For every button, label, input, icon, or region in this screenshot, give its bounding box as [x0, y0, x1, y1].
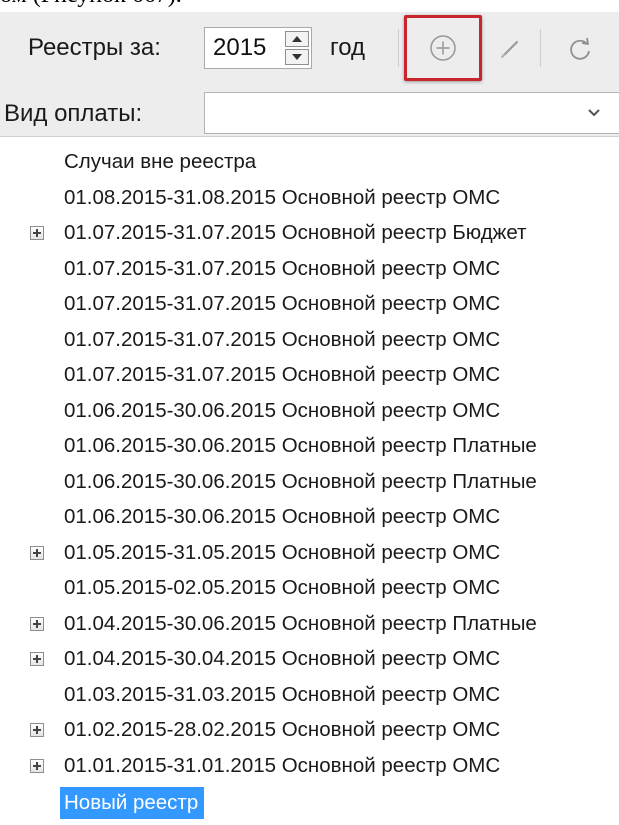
payment-type-select[interactable] — [204, 92, 619, 134]
tree-row-label: 01.04.2015-30.06.2015 Основной реестр Пл… — [64, 611, 537, 635]
year-value[interactable]: 2015 — [213, 32, 266, 64]
tree-row-label: 01.07.2015-31.07.2015 Основной реестр ОМ… — [64, 256, 501, 280]
tree-row[interactable]: 01.07.2015-31.07.2015 Основной реестр ОМ… — [0, 357, 619, 392]
tree-row[interactable]: 01.05.2015-02.05.2015 Основной реестр ОМ… — [0, 570, 619, 605]
expand-plus-icon[interactable] — [30, 723, 44, 737]
expand-plus-icon[interactable] — [30, 616, 44, 631]
expand-plus-icon[interactable] — [30, 652, 44, 666]
tree-row[interactable]: 01.06.2015-30.06.2015 Основной реестр Пл… — [0, 428, 619, 463]
refresh-button[interactable] — [560, 29, 600, 69]
new-registry-item[interactable]: Новый реестр — [60, 787, 205, 819]
document-caption: ом (Рисунок 667). — [0, 0, 182, 12]
tree-row[interactable]: 01.07.2015-31.07.2015 Основной реестр ОМ… — [0, 286, 619, 321]
circle-plus-icon — [430, 35, 456, 61]
registries-panel: Реестры за: 2015 год Вид оплаты: Случаи … — [0, 12, 619, 825]
tree-row[interactable]: 01.05.2015-31.05.2015 Основной реестр ОМ… — [0, 535, 619, 570]
year-decrement-button[interactable] — [285, 49, 309, 65]
tree-row[interactable]: 01.03.2015-31.03.2015 Основной реестр ОМ… — [0, 677, 619, 712]
tree-row[interactable]: 01.07.2015-31.07.2015 Основной реестр ОМ… — [0, 251, 619, 286]
year-suffix-label: год — [330, 34, 366, 61]
tree-row-label: 01.07.2015-31.07.2015 Основной реестр ОМ… — [64, 292, 501, 315]
tree-row[interactable]: 01.02.2015-28.02.2015 Основной реестр ОМ… — [0, 712, 619, 747]
tree-row[interactable]: Случаи вне реестра — [0, 144, 619, 179]
pencil-icon — [500, 40, 519, 59]
toolbar-separator — [398, 29, 399, 67]
year-spinner[interactable] — [285, 31, 309, 65]
tree-row-label: 01.03.2015-31.03.2015 Основной реестр ОМ… — [64, 682, 501, 706]
tree-row-label: 01.06.2015-30.06.2015 Основной реестр Пл… — [64, 434, 537, 457]
expand-plus-icon[interactable] — [30, 758, 44, 773]
year-increment-button[interactable] — [285, 31, 309, 47]
tree-row-label: 01.02.2015-28.02.2015 Основной реестр ОМ… — [64, 718, 501, 741]
tree-row[interactable]: 01.01.2015-31.01.2015 Основной реестр ОМ… — [0, 748, 619, 783]
tree-row-label: 01.06.2015-30.06.2015 Основной реестр ОМ… — [64, 505, 501, 528]
tree-row-label: 01.06.2015-30.06.2015 Основной реестр ОМ… — [64, 398, 501, 422]
tree-row-label: Случаи вне реестра — [64, 150, 257, 173]
arrow-down-icon — [292, 54, 302, 60]
add-registry-button[interactable] — [404, 15, 482, 81]
tree-row-label: 01.04.2015-30.04.2015 Основной реестр ОМ… — [64, 647, 501, 670]
tree-row[interactable]: 01.04.2015-30.04.2015 Основной реестр ОМ… — [0, 641, 619, 676]
year-label: Реестры за: — [28, 34, 161, 61]
year-spinner-field[interactable]: 2015 — [204, 27, 312, 69]
chevron-down-icon[interactable] — [583, 100, 605, 126]
edit-button[interactable] — [490, 29, 530, 69]
toolbar-separator — [540, 29, 541, 67]
tree-row-label: 01.08.2015-31.08.2015 Основной реестр ОМ… — [64, 185, 501, 209]
tree-row[interactable]: 01.06.2015-30.06.2015 Основной реестр ОМ… — [0, 499, 619, 534]
toolbar: Реестры за: 2015 год Вид оплаты: — [0, 12, 619, 137]
tree-row-label: 01.07.2015-31.07.2015 Основной реестр ОМ… — [64, 363, 501, 386]
tree-row-label: 01.07.2015-31.07.2015 Основной реестр ОМ… — [64, 327, 501, 351]
tree-row-label: 01.07.2015-31.07.2015 Основной реестр Бю… — [64, 221, 527, 244]
tree-row[interactable]: 01.04.2015-30.06.2015 Основной реестр Пл… — [0, 606, 619, 641]
tree-row[interactable]: 01.07.2015-31.07.2015 Основной реестр Бю… — [0, 215, 619, 250]
tree-row-label: 01.05.2015-31.05.2015 Основной реестр ОМ… — [64, 540, 501, 564]
tree-row-label: 01.05.2015-02.05.2015 Основной реестр ОМ… — [64, 576, 501, 599]
tree-row[interactable]: 01.08.2015-31.08.2015 Основной реестр ОМ… — [0, 180, 619, 215]
tree-row[interactable]: 01.07.2015-31.07.2015 Основной реестр ОМ… — [0, 322, 619, 357]
tree-row[interactable]: 01.06.2015-30.06.2015 Основной реестр Пл… — [0, 464, 619, 499]
tree-row-label: 01.01.2015-31.01.2015 Основной реестр ОМ… — [64, 753, 501, 777]
expand-plus-icon[interactable] — [30, 545, 44, 560]
tree-row-label: 01.06.2015-30.06.2015 Основной реестр Пл… — [64, 469, 537, 493]
payment-type-label: Вид оплаты: — [4, 100, 143, 127]
expand-plus-icon[interactable] — [30, 226, 44, 240]
tree-row[interactable]: 01.06.2015-30.06.2015 Основной реестр ОМ… — [0, 393, 619, 428]
refresh-icon — [570, 37, 590, 60]
arrow-up-icon — [292, 36, 302, 42]
